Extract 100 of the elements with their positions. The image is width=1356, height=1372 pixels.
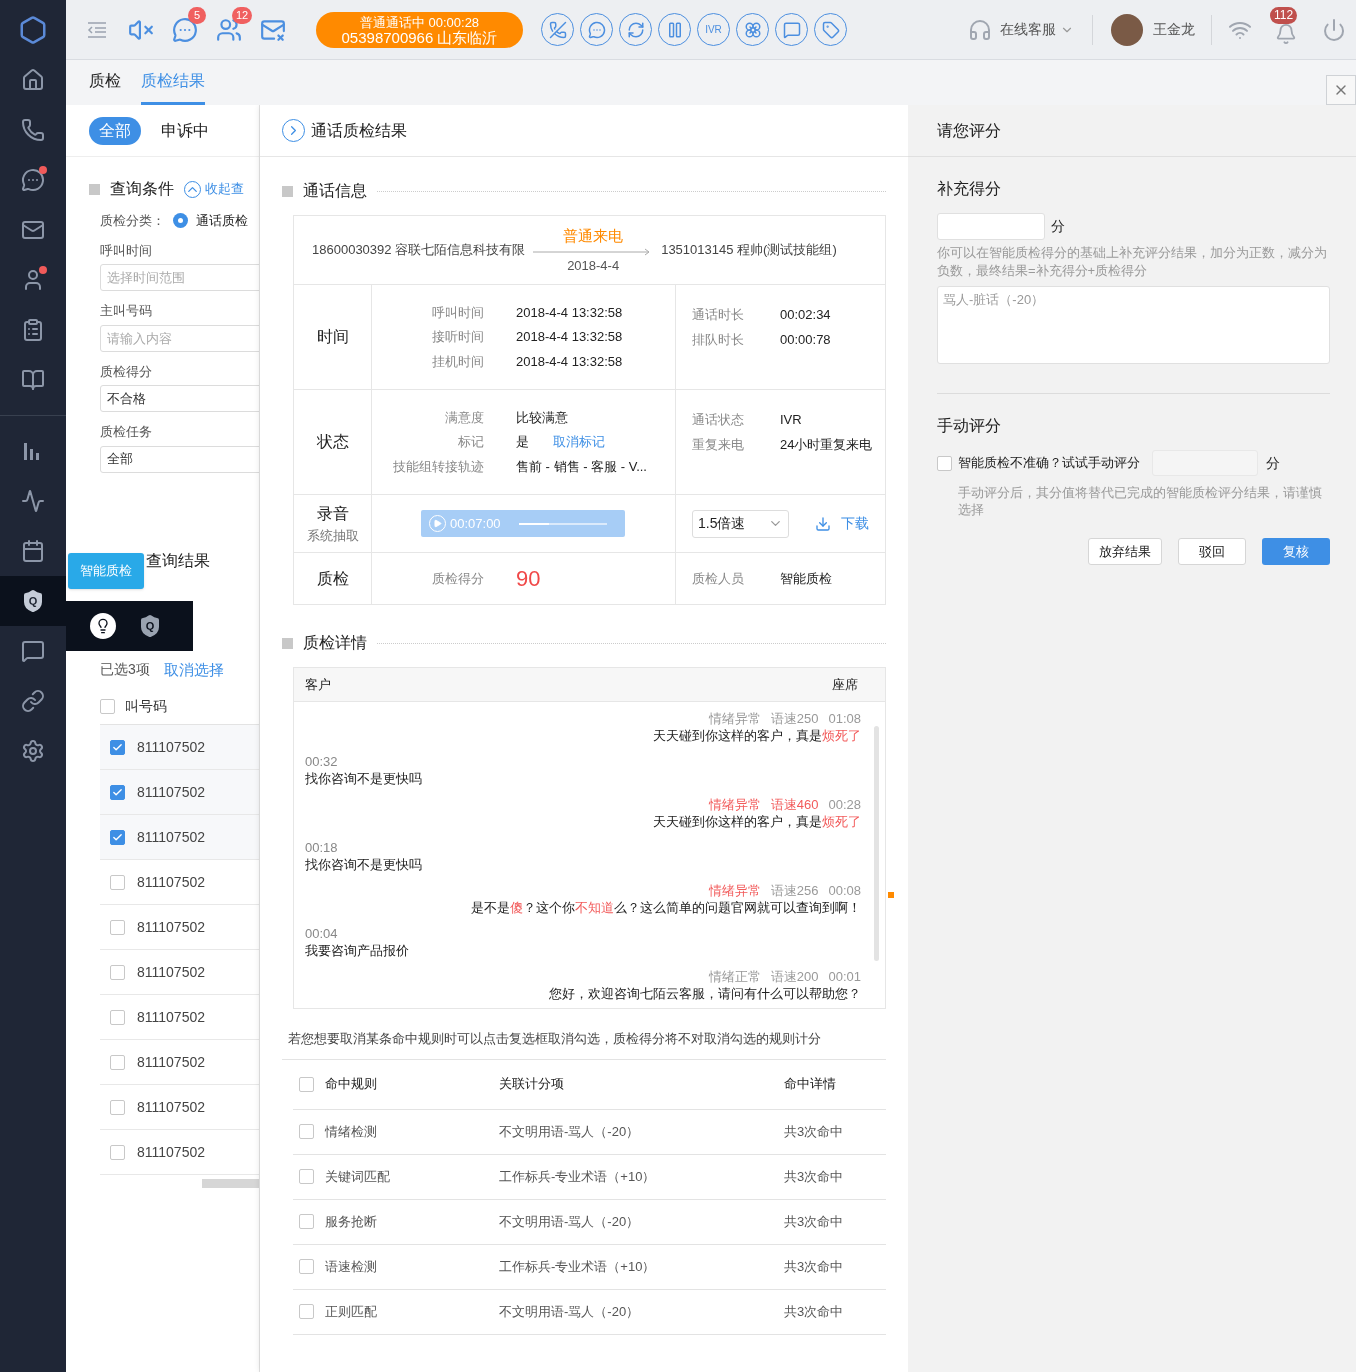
checkbox[interactable] (299, 1076, 314, 1092)
message-tag: 语速200 (770, 968, 819, 985)
unmark-link[interactable]: 取消标记 (553, 432, 605, 452)
checkbox[interactable] (299, 1259, 314, 1274)
chat-icon[interactable] (21, 168, 45, 192)
radio-button[interactable] (173, 213, 188, 229)
checkbox[interactable] (110, 964, 125, 980)
sidebar-item[interactable]: Q (0, 576, 66, 626)
column-header: 命中规则 (325, 1075, 377, 1094)
field-label: 质检人员 (692, 569, 745, 588)
table-cell-text: 共3次命中 (784, 1122, 844, 1141)
power-icon[interactable] (1322, 17, 1346, 42)
audio-time: 00:07:00 (450, 514, 501, 533)
home-icon[interactable] (21, 68, 45, 92)
lightbulb-icon[interactable] (90, 613, 116, 639)
bell-icon[interactable] (1274, 22, 1298, 45)
checkbox[interactable] (299, 1304, 314, 1319)
page-tab[interactable]: 质检 (89, 60, 121, 105)
field-value: 2018-4-4 13:32:58 (516, 352, 623, 371)
clipboard-icon[interactable] (21, 318, 45, 342)
checkbox[interactable] (299, 1124, 314, 1139)
checkbox[interactable] (110, 784, 125, 800)
download-link[interactable]: 下载 (815, 513, 869, 534)
message-icon[interactable] (21, 639, 45, 663)
result-row[interactable]: 811107502 (100, 770, 259, 815)
filter-tab[interactable]: 申诉中 (151, 116, 219, 145)
close-button[interactable] (1326, 75, 1356, 105)
checkbox[interactable] (937, 455, 952, 471)
logo-icon[interactable] (18, 15, 48, 45)
checkbox[interactable] (299, 1169, 314, 1184)
headset-icon[interactable] (968, 17, 992, 42)
chat-icon (587, 20, 606, 39)
input-field[interactable]: 请输入内容 (100, 324, 259, 352)
input-field[interactable]: 不合格 (100, 385, 259, 412)
field-label: 主叫号码 (100, 302, 153, 320)
message-text: 天天碰到你这样的客户，真是烦死了 (653, 813, 861, 830)
service-dropdown[interactable]: 在线客服 (1000, 19, 1074, 40)
phone-number: 811107502 (137, 962, 205, 982)
check-icon (112, 786, 123, 798)
table-cell-text: 工作标兵-专业术语（+10） (499, 1167, 657, 1186)
speed-dropdown[interactable]: 1.5倍速 (692, 509, 789, 538)
book-icon[interactable] (21, 368, 45, 392)
field-label: 技能组转接轨迹 (392, 457, 484, 476)
checkbox[interactable] (299, 1214, 314, 1229)
rules-note: 若您想要取消某条命中规则时可以点击复选框取消勾选，质检得分将不对取消勾选的规则计分 (282, 1009, 886, 1060)
result-row[interactable]: 811107502 (100, 815, 259, 860)
shield-icon[interactable]: Q (21, 588, 45, 614)
input-field[interactable]: 全部 (100, 445, 259, 473)
checkbox[interactable] (100, 699, 115, 714)
section-title: 补充得分 (937, 179, 1002, 199)
message-text: 您好，欢迎咨询七陌云客服，请问有什么可以帮助您？ (549, 985, 861, 1002)
table-cell-text: 共3次命中 (784, 1167, 844, 1186)
shield-icon[interactable]: Q (138, 613, 162, 639)
field-label: 质检得分 (100, 362, 153, 381)
clear-selection-link[interactable]: 取消选择 (163, 658, 224, 681)
action-button[interactable]: 驳回 (1178, 538, 1246, 565)
collapse-link[interactable]: 收起查 (184, 179, 244, 199)
link-icon[interactable] (21, 689, 45, 713)
input-field[interactable]: 选择时间范围 (100, 264, 259, 291)
section-marker (282, 185, 293, 197)
action-button[interactable]: 放弃结果 (1088, 538, 1162, 565)
checkbox[interactable] (110, 1099, 125, 1115)
comment-field[interactable]: 骂人-脏话（-20） (937, 286, 1330, 364)
hang-up-icon (548, 20, 567, 39)
checkbox[interactable] (110, 1009, 125, 1025)
settings-icon[interactable] (21, 739, 45, 763)
score-input[interactable] (937, 213, 1045, 240)
table-cell-text: 不文明用语-骂人（-20） (499, 1122, 641, 1141)
message-tag: 情绪异常 (708, 796, 761, 813)
scrollbar[interactable] (202, 1179, 259, 1188)
phone-number: 811107502 (137, 1007, 205, 1027)
checkbox[interactable] (110, 919, 125, 935)
call-number: 05398700966 山东临沂 (341, 29, 498, 45)
pulse-icon[interactable] (21, 489, 45, 513)
mail-icon[interactable] (21, 218, 45, 242)
row-label: 时间 (316, 327, 349, 347)
field-label: 质检得分 (431, 569, 484, 588)
section-title: 手动评分 (937, 416, 1002, 436)
tag-icon (821, 20, 840, 39)
field-value: 售前 - 销售 - 客服 - V... (516, 457, 647, 476)
result-row[interactable]: 811107502 (100, 725, 259, 770)
checkbox[interactable] (110, 1054, 125, 1070)
count-badge: 5 (188, 6, 206, 24)
scrollbar[interactable] (874, 726, 879, 961)
checkbox[interactable] (110, 739, 125, 755)
calendar-icon[interactable] (21, 539, 45, 563)
column-header: 关联计分项 (499, 1075, 565, 1094)
table-cell-text: 共3次命中 (784, 1302, 844, 1321)
checkbox[interactable] (110, 1144, 125, 1160)
checkbox[interactable] (110, 829, 125, 845)
avatar[interactable] (1111, 13, 1143, 46)
section-title: 通话信息 (303, 181, 367, 201)
scroll-marker (888, 892, 894, 898)
checkbox[interactable] (110, 874, 125, 890)
phone-icon[interactable] (21, 118, 45, 142)
field-label: 呼叫时间 (431, 303, 484, 322)
flower-icon (743, 20, 762, 39)
section-title: 查询结果 (146, 550, 210, 571)
phone-number: 811107502 (137, 1142, 205, 1162)
field-value: 是 (516, 433, 529, 452)
